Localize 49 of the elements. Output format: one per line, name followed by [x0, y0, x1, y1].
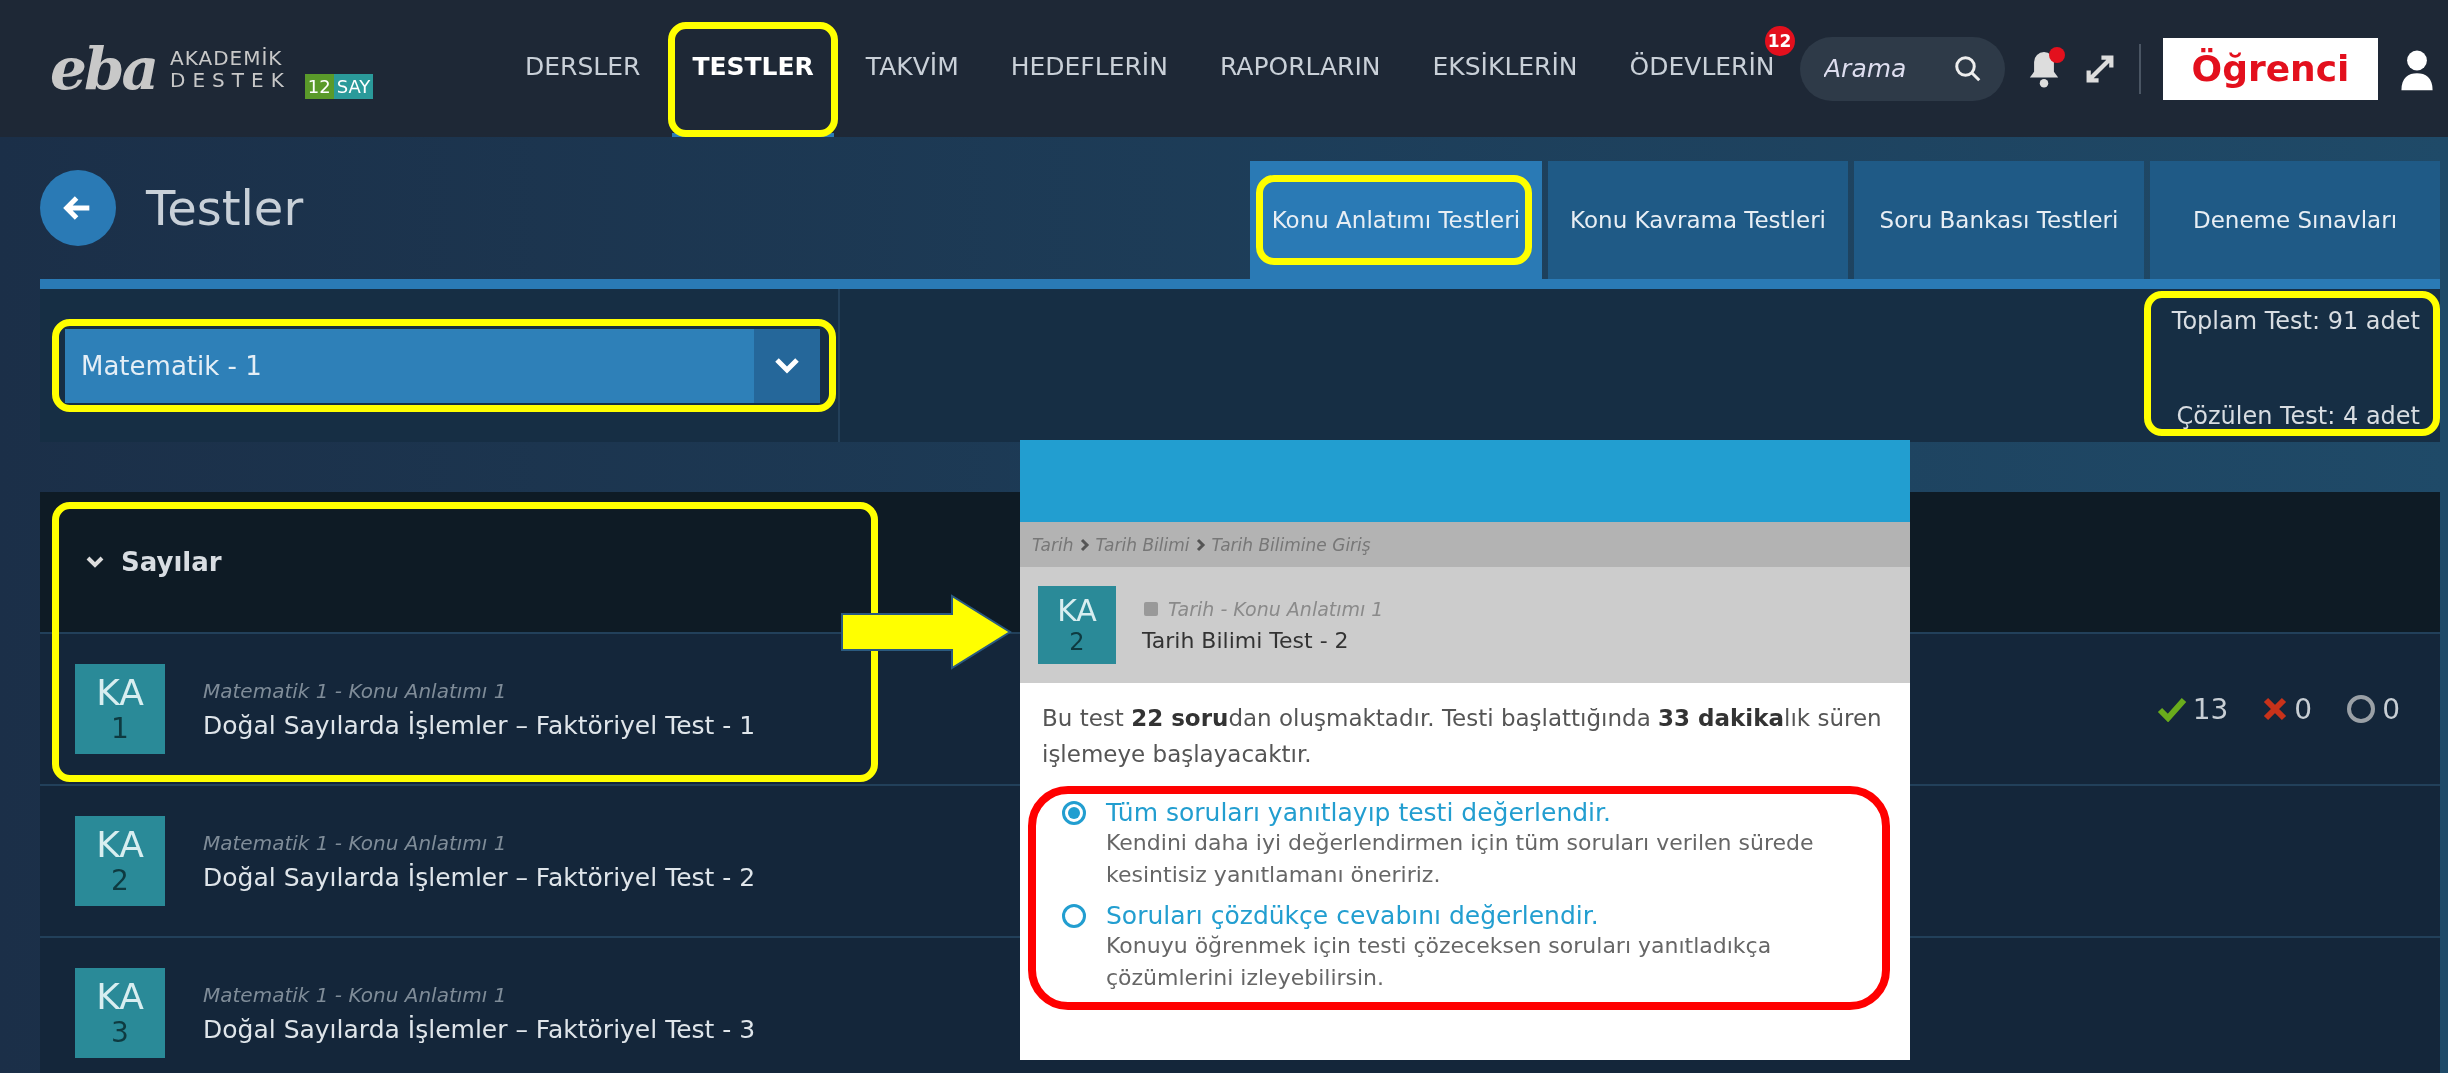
- chevron-right-icon: [1079, 537, 1090, 552]
- solved-count: Çözülen Test: 4 adet: [2176, 402, 2420, 430]
- group-title: Sayılar: [121, 547, 222, 577]
- track-tag: SAY: [333, 73, 374, 99]
- logo-mark: eba: [50, 34, 157, 103]
- tab[interactable]: Soru Bankası Testleri: [1854, 161, 2144, 279]
- test-badge: KA 2: [75, 816, 165, 906]
- nav-link[interactable]: HEDEFLERİN: [990, 0, 1188, 137]
- cross-icon: [2262, 696, 2289, 722]
- nav-link[interactable]: RAPORLARIN: [1199, 0, 1401, 137]
- chevron-right-icon: [1195, 537, 1206, 552]
- test-category: Tarih - Konu Anlatımı 1: [1168, 597, 1384, 620]
- nav-link[interactable]: EKSİKLERİN: [1412, 0, 1598, 137]
- test-badge: KA 2: [1038, 586, 1116, 664]
- test-title: Doğal Sayılarda İşlemler – Faktöriyel Test - 1: [203, 710, 756, 740]
- wrong-count: 0: [2294, 692, 2313, 726]
- test-badge: KA 1: [75, 664, 165, 754]
- test-badge: KA 3: [75, 968, 165, 1058]
- radio-button[interactable]: [1062, 800, 1086, 825]
- tab[interactable]: Konu Kavrama Testleri: [1548, 161, 1848, 279]
- test-category: Matematik 1 - Konu Anlatımı 1: [203, 678, 508, 703]
- option-hint: Kendini daha iyi değerlendirmen için tüm soruları verilen sürede kesintisiz yanıtlamanı öneririz.: [1106, 829, 1815, 890]
- count-badge: 12: [1764, 26, 1795, 56]
- logo-text: DESTEK: [170, 68, 291, 91]
- test-category: Matematik 1 - Konu Anlatımı 1: [203, 982, 508, 1007]
- correct-count: 13: [2192, 692, 2229, 726]
- tab[interactable]: Deneme Sınavları: [2150, 161, 2440, 279]
- grade-tag: 12: [304, 73, 334, 99]
- role-label: Öğrenci: [2163, 37, 2378, 100]
- nav-link[interactable]: ÖDEVLERİN 12: [1609, 0, 1795, 137]
- chevron-down-icon: [774, 356, 800, 375]
- radio-button[interactable]: [1062, 903, 1086, 928]
- check-icon: [2156, 696, 2187, 722]
- tab[interactable]: Konu Anlatımı Testleri: [1249, 161, 1543, 279]
- option-hint: Konuyu öğrenmek için testi çözeceksen soruları yanıtladıkça çözümlerini izleyebilirsin.: [1106, 932, 1773, 992]
- empty-count: 0: [2382, 692, 2400, 726]
- test-title: Doğal Sayılarda İşlemler – Faktöriyel Test - 2: [203, 862, 756, 892]
- test-title: Doğal Sayılarda İşlemler – Faktöriyel Test - 3: [203, 1014, 756, 1044]
- logo-text: AKADEMİK: [170, 46, 284, 69]
- page-title: Testler: [146, 180, 304, 236]
- subject-dropdown[interactable]: Matematik - 1: [65, 328, 820, 403]
- test-description: Bu test 22 sorudan oluşmaktadır. Testi başlattığında 33 dakikalık süren işlemeye başlayacaktır.: [1042, 704, 1883, 769]
- test-category: Matematik 1 - Konu Anlatımı 1: [203, 830, 508, 855]
- nav-link[interactable]: DERSLER: [505, 0, 661, 137]
- book-icon: [1142, 599, 1160, 618]
- circle-icon: [2346, 694, 2377, 724]
- nav-link[interactable]: TAKVİM: [845, 0, 979, 137]
- total-count: Toplam Test: 91 adet: [2171, 307, 2420, 335]
- search-icon: [1953, 53, 1983, 84]
